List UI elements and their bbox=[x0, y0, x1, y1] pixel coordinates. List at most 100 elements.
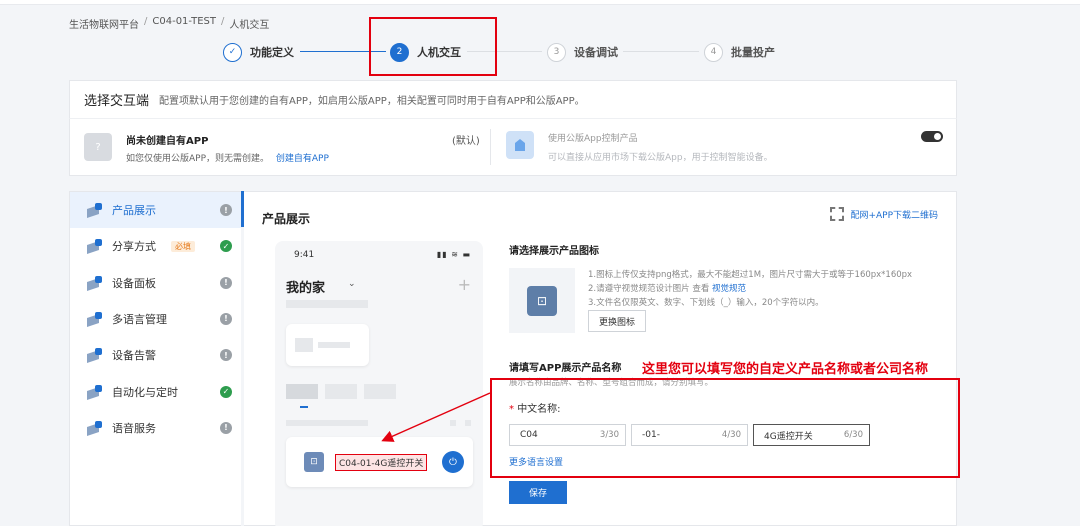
sidebar-item[interactable]: 多语言管理! bbox=[70, 301, 242, 337]
public-app-title: 使用公版App控制产品 bbox=[548, 134, 638, 144]
device-card[interactable]: ⊡ C04-01-4G遥控开关 ⏻ bbox=[286, 437, 473, 487]
device-icon: ⊡ bbox=[304, 452, 324, 472]
step-device-debug[interactable]: 3 设备调试 bbox=[547, 41, 618, 63]
sidebar-item[interactable]: 分享方式 必填 ✓ bbox=[70, 228, 242, 264]
icon-tip-3: 3.文件名仅限英文、数字、下划线（_）输入，20个字符以内。 bbox=[588, 298, 824, 308]
info-circle-icon: ! bbox=[220, 276, 232, 289]
check-circle-icon: ✓ bbox=[220, 385, 232, 398]
icon-tip-2-row: 2.请遵守视觉规范设计图片 查看 视觉规范 bbox=[588, 282, 912, 296]
qr-link-label: 配网+APP下载二维码 bbox=[850, 210, 938, 221]
sidebar-item-label: 语音服务 bbox=[112, 421, 156, 435]
stepper: ✓ 功能定义 2 人机交互 3 设备调试 4 批量投产 bbox=[223, 41, 783, 63]
chevron-down-icon: ⌄ bbox=[348, 279, 356, 289]
placeholder-card bbox=[286, 324, 369, 366]
select-desc: 配置项默认用于您创建的自有APP，如启用公版APP，相关配置可同时用于自有APP… bbox=[159, 96, 585, 107]
module-icon bbox=[87, 420, 103, 435]
sidebar-item-label: 产品展示 bbox=[112, 204, 156, 217]
name-section-title: 请填写APP展示产品名称 bbox=[509, 363, 622, 374]
placeholder-tab bbox=[325, 384, 357, 399]
breadcrumb-root[interactable]: 生活物联网平台 bbox=[69, 16, 139, 31]
module-icon bbox=[87, 384, 103, 399]
info-circle-icon: ! bbox=[220, 349, 232, 362]
check-circle-icon: ✓ bbox=[220, 240, 232, 253]
qr-download-link[interactable]: 配网+APP下载二维码 bbox=[830, 207, 938, 221]
sidebar: 产品展示! 分享方式 必填 ✓ 设备面板! 多语言管理! 设备告警! 自动化与定时 ✓ 语音服务! bbox=[69, 191, 242, 526]
own-app-desc: 如您仅使用公版APP，则无需创建。 bbox=[126, 154, 270, 164]
breadcrumb-sep: / bbox=[144, 16, 148, 27]
plus-icon: + bbox=[457, 275, 471, 294]
module-icon bbox=[87, 311, 103, 326]
check-icon: ✓ bbox=[223, 42, 242, 62]
icon-tip-2: 2.请遵守视觉规范设计图片 查看 bbox=[588, 284, 713, 294]
divider bbox=[490, 129, 491, 165]
placeholder-block bbox=[295, 338, 313, 352]
tab-indicator bbox=[300, 406, 308, 408]
sidebar-item[interactable]: 产品展示! bbox=[70, 192, 242, 228]
qr-code-icon bbox=[830, 207, 845, 221]
placeholder-block bbox=[286, 300, 368, 308]
annotation-box-name bbox=[490, 378, 960, 478]
step-mass-production[interactable]: 4 批量投产 bbox=[704, 41, 775, 63]
own-app-desc-row: 如您仅使用公版APP，则无需创建。 创建自有APP bbox=[126, 151, 329, 164]
own-app-title: 尚未创建自有APP bbox=[126, 136, 209, 147]
visual-spec-link[interactable]: 视觉规范 bbox=[712, 284, 746, 294]
sidebar-item[interactable]: 设备面板! bbox=[70, 265, 242, 301]
sidebar-item-label: 多语言管理 bbox=[112, 312, 167, 326]
info-circle-icon: ! bbox=[220, 204, 232, 216]
device-name: C04-01-4G遥控开关 bbox=[335, 454, 428, 471]
public-app-icon bbox=[506, 131, 534, 159]
step-number: 4 bbox=[704, 42, 723, 62]
sidebar-item-label: 设备告警 bbox=[112, 349, 156, 363]
step-connector bbox=[623, 51, 699, 52]
sidebar-item[interactable]: 设备告警! bbox=[70, 337, 242, 373]
icon-section-title: 请选择展示产品图标 bbox=[509, 246, 599, 257]
select-title: 选择交互端 bbox=[84, 94, 150, 109]
socket-icon: ⊡ bbox=[527, 285, 557, 316]
phone-status-icons: ▮▮ ≋ ▬ bbox=[436, 250, 471, 259]
placeholder-block bbox=[286, 420, 368, 426]
placeholder-tab bbox=[286, 384, 318, 399]
breadcrumb-current: 人机交互 bbox=[229, 20, 270, 31]
icon-tip-1: 1.图标上传仅支持png格式，最大不能超过1M，图片尺寸需大于或等于160px*… bbox=[588, 270, 913, 280]
step-number: 3 bbox=[547, 42, 566, 62]
phone-time: 9:41 bbox=[294, 250, 315, 260]
placeholder-block bbox=[465, 420, 471, 426]
info-circle-icon: ! bbox=[220, 312, 232, 325]
save-button[interactable]: 保存 bbox=[509, 481, 567, 504]
select-interaction-header: 选择交互端 配置项默认用于您创建的自有APP，如启用公版APP，相关配置可同时用… bbox=[69, 80, 957, 118]
main-title: 产品展示 bbox=[262, 212, 311, 226]
create-own-app-link[interactable]: 创建自有APP bbox=[276, 154, 329, 164]
sidebar-item[interactable]: 语音服务! bbox=[70, 410, 242, 446]
sidebar-item-label: 分享方式 bbox=[112, 240, 156, 254]
required-badge: 必填 bbox=[171, 240, 195, 252]
step-label: 设备调试 bbox=[574, 46, 618, 59]
select-interaction-options: ? 尚未创建自有APP (默认) 如您仅使用公版APP，则无需创建。 创建自有A… bbox=[69, 118, 957, 176]
change-icon-button[interactable]: 更换图标 bbox=[588, 310, 646, 332]
step-label: 功能定义 bbox=[250, 46, 294, 59]
breadcrumb-sep: / bbox=[221, 16, 225, 27]
info-circle-icon: ! bbox=[220, 421, 232, 434]
product-icon-preview: ⊡ bbox=[509, 268, 575, 333]
placeholder-block bbox=[318, 342, 350, 348]
power-icon[interactable]: ⏻ bbox=[442, 451, 464, 473]
breadcrumb: 生活物联网平台 / C04-01-TEST / 人机交互 bbox=[69, 16, 269, 31]
public-app-desc: 可以直接从应用市场下载公版App，用于控制智能设备。 bbox=[548, 153, 773, 163]
module-icon bbox=[87, 239, 103, 253]
public-app-toggle[interactable] bbox=[921, 131, 943, 142]
breadcrumb-project[interactable]: C04-01-TEST bbox=[152, 16, 216, 31]
step-function-definition[interactable]: ✓ 功能定义 bbox=[223, 41, 294, 63]
step-label: 批量投产 bbox=[731, 46, 775, 59]
phone-preview: 9:41 ▮▮ ≋ ▬ 我的家 ⌄ + ⊡ C04-01-4G遥控开关 ⏻ bbox=[275, 241, 483, 526]
question-icon: ? bbox=[84, 133, 112, 161]
default-tag: (默认) bbox=[452, 136, 480, 147]
placeholder-block bbox=[450, 420, 456, 426]
module-icon bbox=[87, 275, 103, 290]
annotation-text: 这里您可以填写您的自定义产品名称或者公司名称 bbox=[642, 362, 929, 377]
placeholder-tab bbox=[364, 384, 396, 399]
top-bar bbox=[0, 0, 1080, 5]
sidebar-item-label: 自动化与定时 bbox=[112, 385, 178, 399]
module-icon bbox=[87, 203, 103, 217]
sidebar-item[interactable]: 自动化与定时 ✓ bbox=[70, 374, 242, 410]
icon-tips: 1.图标上传仅支持png格式，最大不能超过1M，图片尺寸需大于或等于160px*… bbox=[588, 268, 912, 310]
module-icon bbox=[87, 348, 103, 362]
